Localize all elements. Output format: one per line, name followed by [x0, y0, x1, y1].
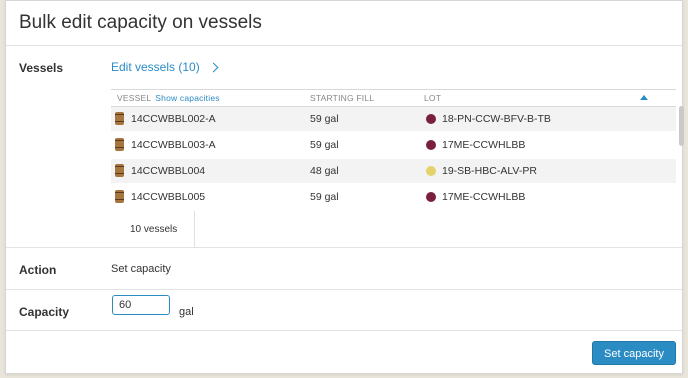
starting-fill: 59 gal	[310, 139, 339, 151]
column-header-vessel[interactable]: VESSEL Show capacities	[117, 93, 220, 103]
divider	[6, 289, 682, 290]
table-row[interactable]: 14CCWBBL004 48 gal 19-SB-HBC-ALV-PR	[111, 159, 676, 183]
vessels-table: VESSEL Show capacities STARTING FILL LOT …	[111, 89, 676, 242]
capacity-input[interactable]	[112, 295, 170, 315]
lot-name: 18-PN-CCW-BFV-B-TB	[442, 113, 551, 125]
table-row[interactable]: 14CCWBBL005 59 gal 17ME-CCWHLBB	[111, 185, 676, 209]
table-row[interactable]: 14CCWBBL002-A 59 gal 18-PN-CCW-BFV-B-TB	[111, 107, 676, 131]
vessel-header-label: VESSEL	[117, 93, 152, 103]
dialog-header: Bulk edit capacity on vessels	[6, 1, 682, 46]
action-label: Action	[19, 263, 57, 277]
vessel-count-label: 10 vessels	[130, 224, 178, 235]
starting-fill: 59 gal	[310, 191, 339, 203]
capacity-label: Capacity	[19, 305, 70, 319]
vessel-count: 10 vessels	[111, 211, 195, 247]
table-header: VESSEL Show capacities STARTING FILL LOT	[111, 89, 676, 107]
starting-fill: 59 gal	[310, 113, 339, 125]
table-scrollbar[interactable]	[679, 106, 684, 211]
dialog-title: Bulk edit capacity on vessels	[19, 12, 262, 33]
lot-color-dot-icon	[426, 114, 436, 124]
lot-color-dot-icon	[426, 192, 436, 202]
lot-color-dot-icon	[426, 140, 436, 150]
edit-vessels-link[interactable]: Edit vessels (10)	[111, 60, 219, 74]
vessel-name: 14CCWBBL004	[131, 165, 206, 177]
table-row[interactable]: 14CCWBBL003-A 59 gal 17ME-CCWHLBB	[111, 133, 676, 157]
lot-color-dot-icon	[426, 166, 436, 176]
chevron-right-icon	[208, 62, 219, 72]
divider	[6, 330, 682, 331]
barrel-icon	[115, 190, 124, 203]
show-capacities-link[interactable]: Show capacities	[155, 93, 219, 103]
column-header-lot[interactable]: LOT	[424, 93, 441, 103]
edit-vessels-label: Edit vessels (10)	[111, 60, 200, 74]
vessel-name: 14CCWBBL003-A	[131, 139, 216, 151]
scrollbar-thumb[interactable]	[679, 106, 684, 146]
column-header-starting-fill[interactable]: STARTING FILL	[310, 93, 374, 103]
lot-name: 17ME-CCWHLBB	[442, 191, 526, 203]
bulk-edit-dialog: Bulk edit capacity on vessels Vessels Ed…	[5, 0, 684, 374]
barrel-icon	[115, 138, 124, 151]
barrel-icon	[115, 112, 124, 125]
lot-name: 19-SB-HBC-ALV-PR	[442, 165, 537, 177]
capacity-unit: gal	[179, 306, 194, 318]
lot-name: 17ME-CCWHLBB	[442, 139, 526, 151]
barrel-icon	[115, 164, 124, 177]
vessel-name: 14CCWBBL005	[131, 191, 206, 203]
vessel-name: 14CCWBBL002-A	[131, 113, 216, 125]
set-capacity-button[interactable]: Set capacity	[592, 341, 676, 365]
action-value: Set capacity	[111, 263, 171, 275]
sort-up-icon[interactable]	[640, 95, 648, 100]
vessels-label: Vessels	[19, 61, 64, 75]
divider	[6, 247, 682, 248]
starting-fill: 48 gal	[310, 165, 339, 177]
